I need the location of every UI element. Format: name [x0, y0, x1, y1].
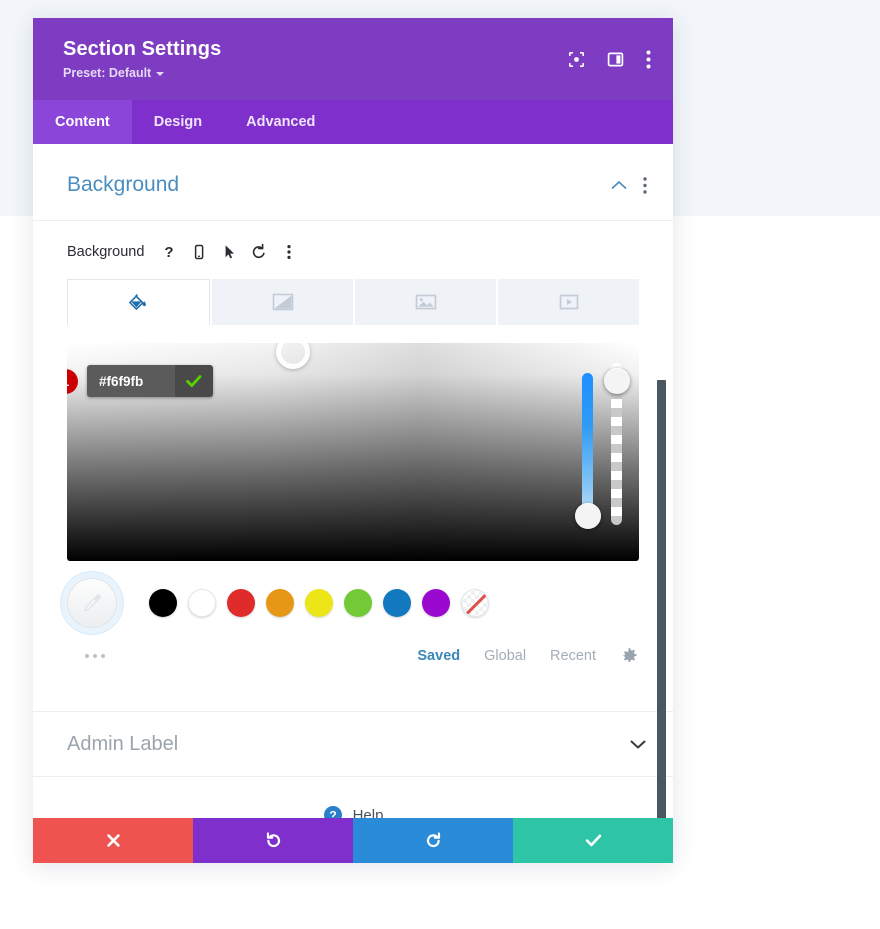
- help-circle-icon: ?: [323, 805, 343, 818]
- background-field-label: Background: [67, 244, 145, 260]
- swatch-purple[interactable]: [422, 589, 450, 617]
- more-horizontal-icon[interactable]: [85, 654, 105, 658]
- admin-label-title: Admin Label: [67, 732, 179, 755]
- admin-label-section[interactable]: Admin Label: [33, 712, 673, 776]
- tab-content[interactable]: Content: [33, 100, 132, 144]
- redo-button[interactable]: [353, 818, 513, 863]
- header-icon-group: [568, 50, 651, 69]
- more-vertical-icon[interactable]: [646, 50, 651, 69]
- swatch-green[interactable]: [344, 589, 372, 617]
- alpha-slider-handle[interactable]: [604, 368, 630, 394]
- tab-design-label: Design: [153, 114, 203, 130]
- cancel-button[interactable]: [33, 818, 193, 863]
- tab-content-label: Content: [55, 114, 110, 130]
- sv-picker-handle[interactable]: [276, 343, 310, 369]
- check-icon: [584, 832, 603, 849]
- step-badge: 1: [67, 369, 78, 394]
- modal-header: Section Settings Preset: Default: [33, 18, 673, 100]
- palette-toolbar: Saved Global Recent: [67, 637, 639, 675]
- page-title: Section Settings: [63, 38, 222, 60]
- screen: Section Settings Preset: Default Content…: [0, 0, 880, 929]
- background-section-header: Background: [33, 144, 673, 202]
- layout-panel-icon[interactable]: [607, 51, 624, 68]
- close-x-icon: [105, 832, 122, 849]
- modal-tabbar: Content Design Advanced: [33, 100, 673, 144]
- responsive-mobile-icon[interactable]: [186, 239, 212, 265]
- swatch-black[interactable]: [149, 589, 177, 617]
- focus-target-icon[interactable]: [568, 51, 585, 68]
- more-vertical-icon[interactable]: [276, 239, 302, 265]
- chevron-down-icon: [156, 72, 165, 76]
- section-title: Background: [67, 173, 180, 196]
- swatch-orange[interactable]: [266, 589, 294, 617]
- save-button[interactable]: [513, 818, 673, 863]
- background-type-tabs: [67, 279, 639, 325]
- svg-text:?: ?: [329, 809, 336, 818]
- eyedropper-button[interactable]: [67, 578, 117, 628]
- hover-cursor-icon[interactable]: [216, 239, 242, 265]
- hex-input-group: [87, 365, 213, 397]
- saturation-value-area[interactable]: 1: [67, 343, 639, 561]
- swatch-blue[interactable]: [383, 589, 411, 617]
- preset-swatches: [149, 589, 489, 617]
- undo-button[interactable]: [193, 818, 353, 863]
- palette-tabs: Saved Global Recent: [417, 647, 639, 666]
- help-label: Help: [352, 806, 384, 819]
- tab-advanced[interactable]: Advanced: [224, 100, 337, 144]
- swatch-red[interactable]: [227, 589, 255, 617]
- eyedropper-icon: [80, 591, 104, 615]
- video-icon: [558, 293, 580, 311]
- help-button[interactable]: ? Help: [33, 777, 673, 818]
- tab-design[interactable]: Design: [132, 100, 224, 144]
- redo-icon: [424, 831, 443, 850]
- background-field-row: Background ?: [33, 221, 673, 265]
- modal-body: Background Background ? #f6f9fb Saved Gl…: [33, 144, 673, 818]
- palette-tab-saved[interactable]: Saved: [417, 648, 460, 664]
- reset-icon[interactable]: [246, 239, 272, 265]
- preset-selector[interactable]: Preset: Default: [63, 66, 165, 80]
- hex-color-input[interactable]: [87, 365, 175, 397]
- image-icon: [414, 292, 438, 312]
- preset-label: Preset: Default: [63, 66, 152, 80]
- palette-tab-recent[interactable]: Recent: [550, 648, 596, 664]
- swatch-white[interactable]: [188, 589, 216, 617]
- svg-text:?: ?: [165, 244, 174, 261]
- more-vertical-icon[interactable]: [643, 176, 647, 194]
- help-icon[interactable]: ?: [156, 239, 182, 265]
- scrollbar-track[interactable]: [657, 146, 670, 818]
- bg-type-image[interactable]: [355, 279, 496, 325]
- bg-type-video[interactable]: [498, 279, 639, 325]
- modal-footer: [33, 818, 673, 863]
- scrollbar-thumb[interactable]: [657, 380, 666, 818]
- color-swatch-row: [67, 575, 639, 631]
- swatch-transparent[interactable]: [461, 589, 489, 617]
- hue-slider-handle[interactable]: [575, 503, 601, 529]
- bg-type-gradient[interactable]: [212, 279, 353, 325]
- swatch-yellow[interactable]: [305, 589, 333, 617]
- paint-bucket-icon: [128, 292, 150, 314]
- section-settings-modal: Section Settings Preset: Default Content…: [33, 18, 673, 863]
- bg-type-color[interactable]: [67, 279, 210, 325]
- tab-advanced-label: Advanced: [246, 114, 316, 130]
- palette-tab-global[interactable]: Global: [484, 648, 526, 664]
- chevron-up-icon[interactable]: [611, 180, 627, 190]
- color-picker: 1: [67, 343, 639, 561]
- hex-confirm-button[interactable]: [175, 365, 213, 397]
- chevron-down-icon[interactable]: [629, 739, 647, 750]
- gradient-icon: [271, 292, 295, 312]
- undo-icon: [264, 831, 283, 850]
- gear-icon[interactable]: [620, 647, 639, 666]
